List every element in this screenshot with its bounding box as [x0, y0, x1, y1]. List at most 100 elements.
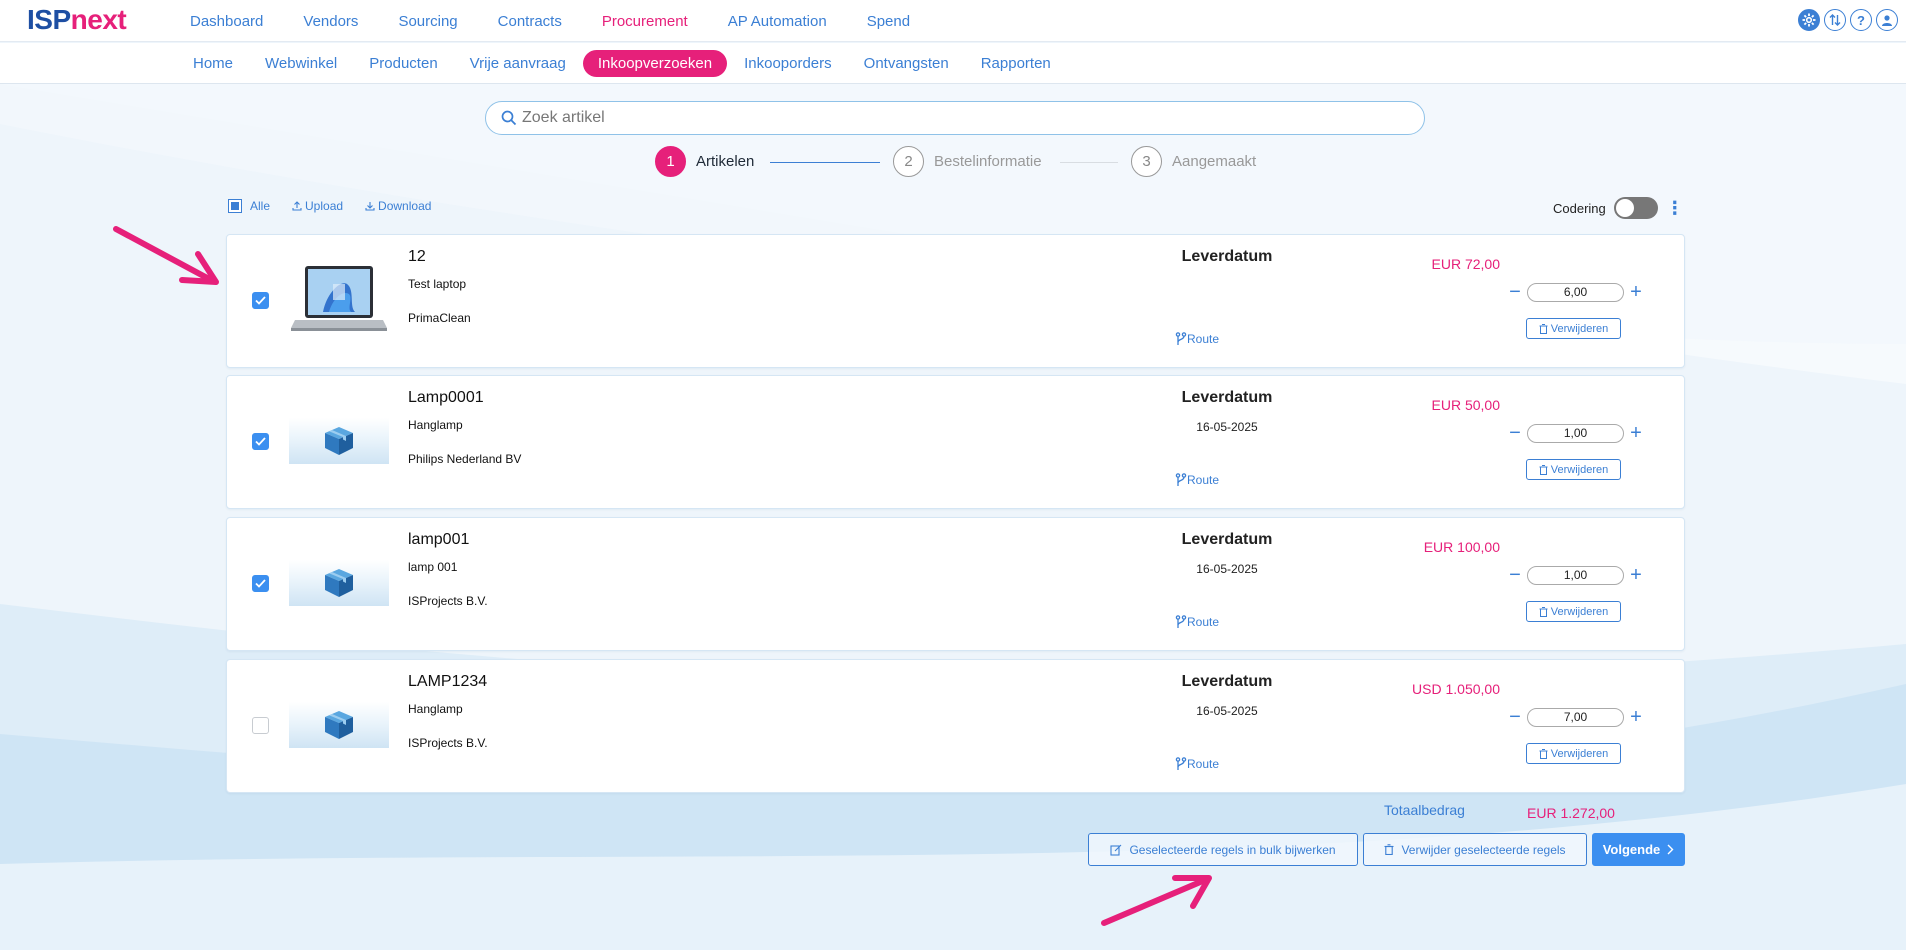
- delete-selected-label: Verwijder geselecteerde regels: [1401, 842, 1566, 857]
- item-2-qty-minus-button[interactable]: −: [1508, 423, 1522, 443]
- nav-spend[interactable]: Spend: [867, 13, 910, 30]
- item-1-checkbox[interactable]: [252, 292, 269, 309]
- step-3-label: Aangemaakt: [1172, 153, 1257, 170]
- settings-gear-icon[interactable]: [1798, 9, 1820, 31]
- codering-toggle[interactable]: [1613, 197, 1658, 219]
- item-2-qty-plus-button[interactable]: +: [1629, 423, 1643, 443]
- item-3-checkbox[interactable]: [252, 575, 269, 592]
- top-navigation-bar: ISPnext Dashboard Vendors Sourcing Contr…: [0, 0, 1906, 42]
- item-3-delete-button[interactable]: Verwijderen: [1526, 601, 1621, 622]
- more-options-kebab-icon[interactable]: ⋮: [1666, 199, 1684, 217]
- help-question-icon[interactable]: ?: [1850, 9, 1872, 31]
- codering-control: Codering ⋮: [1553, 197, 1684, 219]
- item-1-qty-minus-button[interactable]: −: [1508, 282, 1522, 302]
- item-3-quantity-input[interactable]: [1527, 565, 1624, 585]
- item-1-code: 12: [408, 248, 426, 265]
- item-1-route-label: Route: [1187, 332, 1220, 346]
- item-2-thumbnail-box: [289, 418, 389, 464]
- select-all-link[interactable]: Alle: [250, 199, 270, 213]
- item-3-code: lamp001: [408, 531, 470, 548]
- item-3-delivery-label: Leverdatum: [1181, 531, 1273, 548]
- step-1-label: Artikelen: [696, 153, 755, 170]
- nav-sourcing[interactable]: Sourcing: [398, 13, 457, 30]
- item-4-qty-plus-button[interactable]: +: [1629, 707, 1643, 727]
- subnav-home[interactable]: Home: [178, 50, 248, 77]
- item-2-description: Hanglamp: [408, 418, 463, 432]
- item-3-route-label: Route: [1187, 615, 1220, 629]
- item-4-quantity-input[interactable]: [1527, 707, 1624, 727]
- item-4-delete-button[interactable]: Verwijderen: [1526, 743, 1621, 764]
- item-1-route-link[interactable]: Route: [1175, 332, 1219, 346]
- item-3-quantity-stepper: − +: [1508, 565, 1643, 585]
- nav-dashboard[interactable]: Dashboard: [190, 13, 263, 30]
- item-1-quantity-input[interactable]: [1527, 282, 1624, 302]
- item-1-delete-button[interactable]: Verwijderen: [1526, 318, 1621, 339]
- step-connector-2: [1060, 162, 1118, 163]
- item-2-quantity-stepper: − +: [1508, 423, 1643, 443]
- item-4-qty-minus-button[interactable]: −: [1508, 707, 1522, 727]
- nav-procurement[interactable]: Procurement: [602, 13, 688, 30]
- trash-icon: [1539, 606, 1548, 617]
- item-3-delete-label: Verwijderen: [1550, 605, 1609, 618]
- item-1-delete-label: Verwijderen: [1550, 322, 1609, 335]
- step-2-number: 2: [893, 146, 924, 177]
- item-2-delivery-label: Leverdatum: [1181, 389, 1273, 406]
- checkmark-icon: [255, 579, 266, 588]
- item-4-checkbox[interactable]: [252, 717, 269, 734]
- search-icon: [501, 110, 517, 126]
- step-bestelinformatie[interactable]: 2 Bestelinformatie: [893, 146, 1042, 177]
- subnav-vrije-aanvraag[interactable]: Vrije aanvraag: [455, 50, 581, 77]
- item-card-4: LAMP1234 Hanglamp ISProjects B.V. Leverd…: [226, 659, 1685, 793]
- swap-arrows-icon[interactable]: [1824, 9, 1846, 31]
- route-branch-icon: [1175, 615, 1187, 628]
- delete-selected-button[interactable]: Verwijder geselecteerde regels: [1363, 833, 1587, 866]
- logo-part-next: next: [70, 4, 127, 35]
- subnav-inkooporders[interactable]: Inkooporders: [729, 50, 847, 77]
- subnav-webwinkel[interactable]: Webwinkel: [250, 50, 352, 77]
- item-2-price: EUR 50,00: [1431, 397, 1500, 413]
- package-box-icon: [325, 711, 353, 739]
- subnav-rapporten[interactable]: Rapporten: [966, 50, 1066, 77]
- step-artikelen[interactable]: 1 Artikelen: [655, 146, 754, 177]
- step-aangemaakt[interactable]: 3 Aangemaakt: [1131, 146, 1256, 177]
- codering-label: Codering: [1553, 200, 1606, 216]
- item-1-qty-plus-button[interactable]: +: [1629, 282, 1643, 302]
- main-content: 1 Artikelen 2 Bestelinformatie 3 Aangema…: [0, 84, 1906, 950]
- subnav-inkoopverzoeken[interactable]: Inkoopverzoeken: [582, 49, 728, 77]
- subnav-ontvangsten[interactable]: Ontvangsten: [849, 50, 964, 77]
- item-3-route-link[interactable]: Route: [1175, 615, 1219, 629]
- user-avatar-icon[interactable]: [1876, 9, 1898, 31]
- bulk-edit-button[interactable]: Geselecteerde regels in bulk bijwerken: [1088, 833, 1358, 866]
- nav-vendors[interactable]: Vendors: [303, 13, 358, 30]
- item-card-3: lamp001 lamp 001 ISProjects B.V. Leverda…: [226, 517, 1685, 651]
- upload-link[interactable]: Upload: [292, 199, 343, 213]
- item-4-quantity-stepper: − +: [1508, 707, 1643, 727]
- item-3-qty-minus-button[interactable]: −: [1508, 565, 1522, 585]
- item-2-checkbox[interactable]: [252, 433, 269, 450]
- progress-stepper: 1 Artikelen 2 Bestelinformatie 3 Aangema…: [655, 146, 1275, 178]
- select-all-checkbox[interactable]: [228, 199, 242, 213]
- download-link[interactable]: Download: [365, 199, 431, 213]
- subnav-producten[interactable]: Producten: [354, 50, 452, 77]
- item-3-qty-plus-button[interactable]: +: [1629, 565, 1643, 585]
- select-all-indicator: [231, 202, 239, 210]
- next-button[interactable]: Volgende: [1592, 833, 1685, 866]
- nav-contracts[interactable]: Contracts: [498, 13, 562, 30]
- next-label: Volgende: [1602, 842, 1661, 857]
- item-2-delete-button[interactable]: Verwijderen: [1526, 459, 1621, 480]
- item-2-quantity-input[interactable]: [1527, 423, 1624, 443]
- item-card-1: 12 Test laptop PrimaClean Leverdatum Rou…: [226, 234, 1685, 368]
- item-2-route-label: Route: [1187, 473, 1220, 487]
- item-4-supplier: ISProjects B.V.: [408, 736, 488, 750]
- item-4-route-link[interactable]: Route: [1175, 757, 1219, 771]
- ispnext-logo[interactable]: ISPnext: [27, 4, 127, 35]
- route-branch-icon: [1175, 332, 1187, 345]
- step-3-number: 3: [1131, 146, 1162, 177]
- route-branch-icon: [1175, 757, 1187, 770]
- package-box-icon: [325, 569, 353, 597]
- annotation-arrow-top: [113, 226, 219, 285]
- nav-ap-automation[interactable]: AP Automation: [728, 13, 827, 30]
- search-input[interactable]: [522, 106, 1412, 130]
- item-4-delivery-date: 16-05-2025: [1196, 704, 1258, 718]
- item-2-route-link[interactable]: Route: [1175, 473, 1219, 487]
